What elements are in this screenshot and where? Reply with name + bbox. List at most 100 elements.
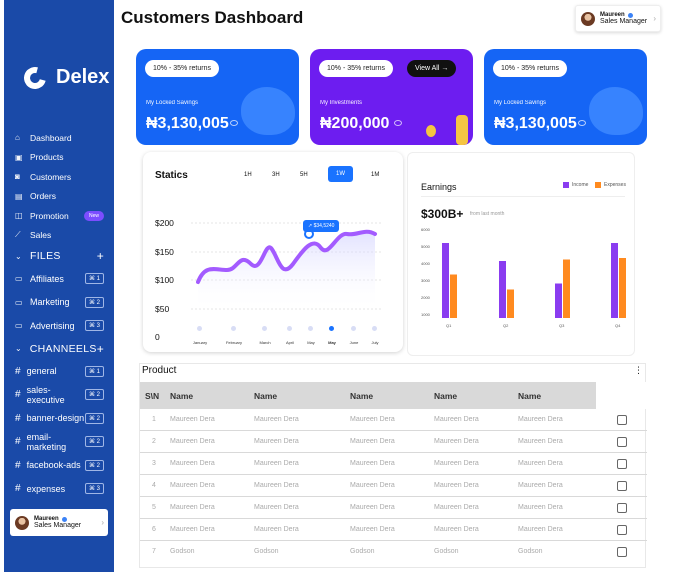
- avatar: [581, 11, 595, 26]
- sidebar-item-products[interactable]: ▣ Products: [4, 148, 114, 168]
- table-cell: Maureen Dera: [518, 438, 563, 445]
- sidebar-user-card[interactable]: Maureen Sales Manager ›: [10, 509, 108, 536]
- logo: Delex: [19, 62, 110, 93]
- sidebar-item-label: Dashboard: [30, 132, 72, 143]
- eye-icon[interactable]: [578, 120, 586, 126]
- more-vertical-icon[interactable]: ⋮: [634, 365, 643, 376]
- table-cell: Maureen Dera: [254, 482, 299, 489]
- file-item-advertising[interactable]: ▭ Advertising ⌘ 3: [4, 314, 114, 338]
- chevron-right-icon[interactable]: ›: [653, 14, 656, 23]
- folder-icon: ▭: [15, 297, 23, 307]
- channel-item-general[interactable]: # general ⌘ 1: [4, 360, 114, 384]
- tooltip-value: $34,5240: [313, 223, 335, 229]
- x-dot: [308, 326, 313, 331]
- table-row[interactable]: 6 Maureen Dera Maureen Dera Maureen Dera…: [140, 519, 647, 541]
- savings-card[interactable]: 10% - 35% returns My Locked Savings ₦3,1…: [136, 49, 299, 145]
- table-cell: Maureen Dera: [434, 482, 479, 489]
- column-header: Name: [518, 391, 542, 401]
- table-cell: Maureen Dera: [350, 482, 395, 489]
- x-tick-label: Q2: [503, 323, 509, 328]
- channel-item-facebook-ads[interactable]: # facebook-ads ⌘ 2: [4, 454, 114, 478]
- row-checkbox[interactable]: [617, 547, 627, 557]
- sidebar-item-label: Customers: [30, 171, 72, 182]
- table-cell: Maureen Dera: [170, 416, 215, 423]
- sidebar: Delex ⌂ Dashboard ▣ Products ◙ Customers ▤ O…: [4, 0, 114, 572]
- card-label: My Investments: [320, 100, 363, 106]
- table-row[interactable]: 5 Maureen Dera Maureen Dera Maureen Dera…: [140, 497, 647, 519]
- channel-item-sales-executive[interactable]: # sales-executive ⌘ 2: [4, 383, 114, 407]
- table-row[interactable]: 4 Maureen Dera Maureen Dera Maureen Dera…: [140, 475, 647, 497]
- row-number: 7: [152, 548, 156, 555]
- row-checkbox[interactable]: [617, 525, 627, 535]
- user-menu[interactable]: Maureen Sales Manager ›: [575, 5, 661, 32]
- channel-label: email-marketing: [26, 431, 67, 452]
- bar-income-q1: [442, 243, 449, 318]
- row-checkbox[interactable]: [617, 437, 627, 447]
- sidebar-item-sales[interactable]: ⟋ Sales: [4, 226, 114, 246]
- row-checkbox[interactable]: [617, 459, 627, 469]
- view-all-button[interactable]: View All →: [407, 60, 457, 77]
- eye-icon[interactable]: [394, 120, 402, 126]
- file-item-affiliates[interactable]: ▭ Affiliates ⌘ 1: [4, 267, 114, 291]
- sidebar-item-dashboard[interactable]: ⌂ Dashboard: [4, 128, 114, 148]
- table-row[interactable]: 2 Maureen Dera Maureen Dera Maureen Dera…: [140, 431, 647, 453]
- sidebar-item-orders[interactable]: ▤ Orders: [4, 187, 114, 207]
- product-table: Product ⋮ S\N Name Name Name Name Name 1…: [139, 363, 647, 568]
- channel-item-banner-design[interactable]: # banner-design ⌘ 2: [4, 407, 114, 431]
- x-tick-label: Q4: [615, 323, 621, 328]
- eye-icon[interactable]: [230, 120, 238, 126]
- add-file-icon[interactable]: +: [97, 249, 104, 263]
- verified-icon: [61, 516, 67, 522]
- row-number: 5: [152, 504, 156, 511]
- table-cell: Maureen Dera: [434, 460, 479, 467]
- chevron-right-icon[interactable]: ›: [101, 518, 104, 527]
- row-checkbox[interactable]: [617, 481, 627, 491]
- page-title: Customers Dashboard: [121, 8, 304, 27]
- bar-income-q2: [499, 261, 506, 318]
- table-cell: Maureen Dera: [254, 438, 299, 445]
- hash-icon: #: [15, 389, 21, 401]
- add-channel-icon[interactable]: +: [97, 342, 104, 356]
- table-cell: Maureen Dera: [254, 416, 299, 423]
- hash-icon: #: [15, 483, 21, 495]
- verified-icon: [627, 12, 633, 18]
- chevron-down-icon: ⌄: [15, 344, 23, 353]
- channel-label: banner-design: [26, 413, 85, 424]
- tag-icon: ◫: [15, 211, 23, 221]
- row-checkbox[interactable]: [617, 415, 627, 425]
- savings-card-2[interactable]: 10% - 35% returns My Locked Savings ₦3,1…: [484, 49, 647, 145]
- hash-icon: #: [15, 412, 21, 424]
- channel-item-email-marketing[interactable]: # email-marketing ⌘ 2: [4, 430, 114, 454]
- hash-icon: #: [15, 365, 21, 377]
- x-tick-label: Q3: [559, 323, 565, 328]
- channel-item-expenses[interactable]: # expenses ⌘ 3: [4, 477, 114, 501]
- channels-section-header[interactable]: ⌄ CHANNEELS +: [4, 338, 114, 360]
- shortcut-badge: ⌘ 2: [84, 389, 104, 401]
- column-header: S\N: [145, 391, 160, 401]
- folder-icon: ▭: [15, 321, 23, 331]
- files-section-header[interactable]: ⌄ FILES +: [4, 245, 114, 267]
- table-cell: Maureen Dera: [350, 416, 395, 423]
- bar-expenses-q3: [563, 259, 570, 318]
- earnings-bar-chart: [442, 243, 626, 318]
- button-label: View All: [415, 65, 440, 72]
- bar-expenses-q1: [450, 274, 457, 318]
- shortcut-badge: ⌘ 2: [84, 412, 104, 424]
- table-row[interactable]: 7 Godson Godson Godson Godson Godson: [140, 541, 647, 563]
- table-row[interactable]: 3 Maureen Dera Maureen Dera Maureen Dera…: [140, 453, 647, 475]
- table-cell: Maureen Dera: [518, 416, 563, 423]
- x-dot-active: [329, 326, 334, 331]
- shortcut-badge: ⌘ 1: [84, 365, 104, 377]
- x-dot: [197, 326, 202, 331]
- row-checkbox[interactable]: [617, 503, 627, 513]
- brand-name: Delex: [56, 66, 110, 88]
- file-item-marketing[interactable]: ▭ Marketing ⌘ 2: [4, 291, 114, 315]
- sidebar-item-customers[interactable]: ◙ Customers: [4, 167, 114, 187]
- investments-card[interactable]: 10% - 35% returns View All → My Investme…: [310, 49, 473, 145]
- table-cell: Maureen Dera: [434, 438, 479, 445]
- channel-label: sales-executive: [26, 384, 65, 405]
- sidebar-item-promotion[interactable]: ◫ Promotion New: [4, 206, 114, 226]
- table-row[interactable]: 1 Maureen Dera Maureen Dera Maureen Dera…: [140, 409, 647, 431]
- table-cell: Maureen Dera: [518, 460, 563, 467]
- x-dot: [287, 326, 292, 331]
